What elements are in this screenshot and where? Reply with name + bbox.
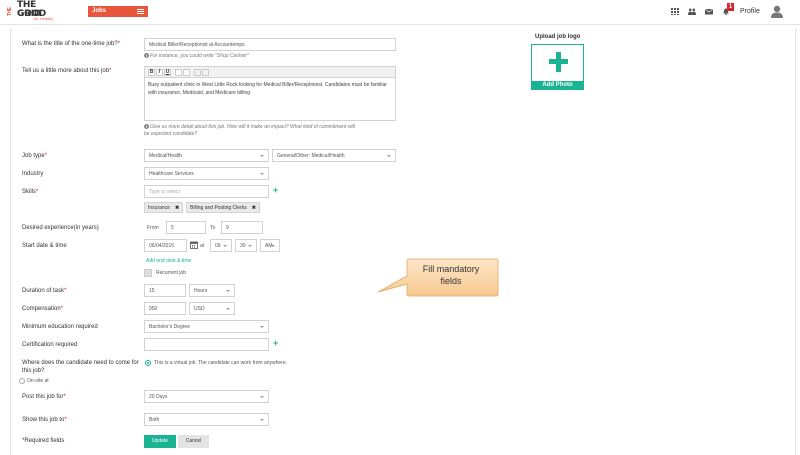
certification-label: Certification required (22, 342, 78, 348)
start-date-label: Start date & time (22, 243, 67, 249)
bold-button[interactable]: B (148, 69, 155, 76)
onsite-radio[interactable] (19, 378, 25, 384)
numbered-list-icon[interactable] (183, 69, 190, 76)
underline-button[interactable]: U (164, 69, 171, 76)
upload-logo-title: Upload job logo (535, 34, 581, 40)
notification-badge: 1 (727, 3, 734, 11)
description-text: Busy outpatient clinic in West Little Ro… (148, 82, 387, 96)
italic-button[interactable]: I (156, 69, 163, 76)
logo-tagline: for Healthy (34, 16, 54, 21)
apps-grid-icon[interactable] (671, 8, 679, 15)
title-hint: i For instance, you could write "Shop Cas… (144, 53, 249, 59)
skills-label: Skills* (22, 189, 39, 195)
required-note: *Required fields (22, 438, 65, 444)
post-duration-label: Post this job for* (22, 394, 66, 400)
skill-chip: Insurance ✖ (144, 202, 184, 213)
calendar-icon[interactable] (190, 241, 198, 249)
currency-select[interactable]: USD (189, 302, 235, 315)
location-label: Where does the candidate need to come fo… (22, 360, 139, 374)
description-editor[interactable]: B I U Busy outpatient clinic in West Lit… (144, 66, 396, 121)
add-skill-icon[interactable]: + (273, 185, 278, 195)
recurrent-label: Recurrent job (156, 270, 187, 276)
bullet-list-icon[interactable] (175, 69, 182, 76)
audience-label: Show this job to* (22, 417, 67, 423)
duration-input[interactable]: 15 (144, 284, 186, 297)
plus-icon (549, 59, 568, 64)
remove-skill-icon[interactable]: ✖ (175, 205, 179, 211)
recurrent-checkbox[interactable] (144, 269, 152, 277)
virtual-job-radio[interactable] (145, 360, 151, 366)
jobs-menu-button[interactable]: Jobs (88, 6, 148, 17)
add-end-date-link[interactable]: Add end date & time (146, 258, 191, 264)
link-icon[interactable] (194, 69, 201, 76)
avatar[interactable] (771, 5, 783, 18)
exp-to-label: To (210, 225, 216, 231)
at-label: at (200, 243, 205, 249)
education-label: Minimum education required (22, 324, 98, 330)
remove-skill-icon[interactable]: ✖ (252, 205, 256, 211)
users-icon[interactable] (688, 8, 696, 15)
audience-select[interactable]: Both (144, 413, 269, 426)
add-photo-button[interactable]: Add Photo (531, 81, 584, 90)
skill-chip: Billing and Posting Clerks ✖ (186, 202, 260, 213)
description-hint: i Give us more detail about this job. How… (144, 124, 355, 137)
skills-input[interactable]: Type to select (144, 185, 269, 198)
job-type-select[interactable]: Medical/Health (144, 149, 269, 162)
industry-label: Industry (22, 171, 44, 177)
editor-toolbar: B I U (145, 67, 395, 78)
post-duration-select[interactable]: 20 Days (144, 390, 269, 403)
duration-unit-select[interactable]: Hours (189, 284, 235, 297)
info-icon: i (144, 53, 149, 58)
profile-link[interactable]: Profile (740, 8, 760, 15)
start-minute-select[interactable]: 30 (235, 239, 257, 252)
education-select[interactable]: Bachelor's Degree (144, 320, 269, 333)
update-button[interactable]: Update (144, 435, 176, 448)
start-date-input[interactable]: 06/04/2015 (144, 239, 187, 252)
start-hour-select[interactable]: 09 (210, 239, 232, 252)
mail-icon[interactable] (705, 8, 713, 15)
start-ampm-select[interactable]: AM (260, 239, 280, 252)
unlink-icon[interactable] (202, 69, 209, 76)
exp-from-label: From (147, 225, 159, 231)
job-subtype-select[interactable]: General/Other: Medical/Health (272, 149, 396, 162)
exp-to-input[interactable]: 9 (221, 221, 263, 234)
duration-label: Duration of task* (22, 288, 67, 294)
title-label: What is the title of the one-time job?* (22, 41, 121, 47)
hamburger-icon (137, 9, 144, 14)
info-icon: i (144, 124, 149, 129)
callout-text: Fill mandatory fields (422, 264, 480, 286)
cancel-button[interactable]: Cancel (178, 435, 209, 448)
compensation-input[interactable]: 950 (144, 302, 186, 315)
logo-side-text: THE (7, 7, 13, 17)
compensation-label: Compensation* (22, 306, 64, 312)
experience-label: Desired experience(in years) (22, 225, 99, 231)
description-label: Tell us a little more about this job* (22, 68, 112, 74)
logo[interactable]: THE THE GOOD GRID for Healthy (6, 1, 53, 23)
job-type-label: Job type* (22, 153, 48, 159)
onsite-label: On-site at (27, 378, 49, 384)
industry-select[interactable]: Healthcare Services (144, 167, 269, 180)
jobs-menu-label: Jobs (92, 8, 107, 14)
top-bar: THE THE GOOD GRID for Healthy Jobs 1 Pro… (0, 0, 800, 25)
certification-input[interactable] (144, 338, 269, 351)
form-panel (10, 28, 796, 455)
exp-from-input[interactable]: 5 (166, 221, 206, 234)
virtual-job-label: This is a virtual job. The candidate can… (154, 360, 288, 366)
add-certification-icon[interactable]: + (273, 338, 278, 348)
title-input[interactable]: Medical Biller/Receptionist at Accountem… (144, 38, 396, 51)
